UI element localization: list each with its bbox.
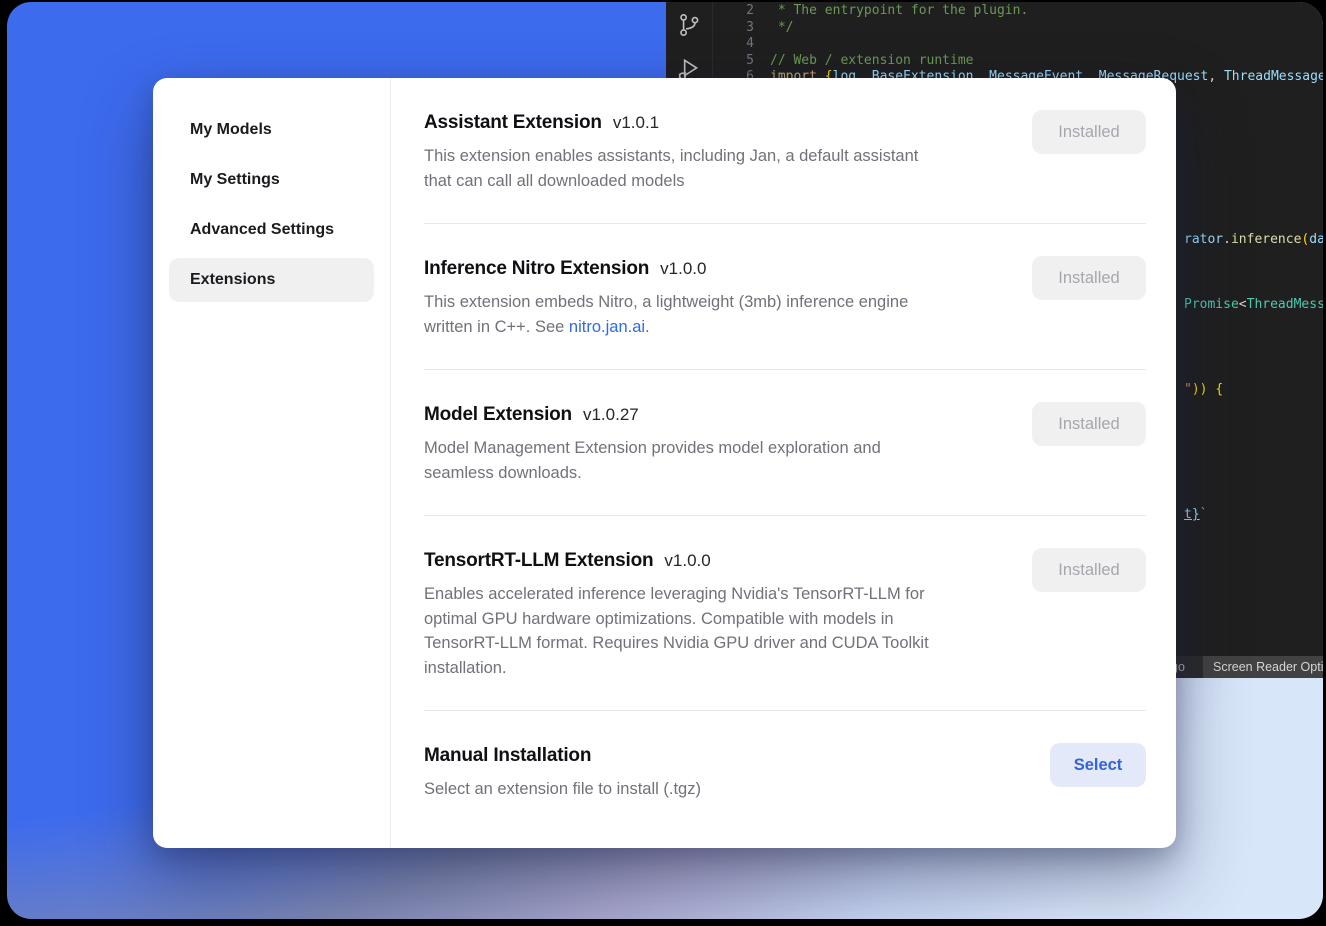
line-number: 2: [666, 3, 770, 20]
extension-description: This extension enables assistants, inclu…: [424, 144, 1009, 193]
extension-description: Model Management Extension provides mode…: [424, 436, 1009, 485]
code-fragment: ")) {: [1184, 382, 1223, 399]
sidebar-item-my-settings[interactable]: My Settings: [169, 158, 374, 202]
code-fragment: Promise<ThreadMessage>: [1184, 297, 1323, 314]
extensions-list: Assistant Extension v1.0.1 This extensio…: [391, 78, 1176, 848]
line-number: 3: [666, 20, 770, 37]
extension-action-button[interactable]: Installed: [1032, 256, 1146, 300]
extension-version: v1.0.1: [613, 113, 659, 133]
extension-title: Assistant Extension: [424, 112, 602, 134]
extension-title: Inference Nitro Extension: [424, 258, 649, 280]
extension-header: Manual Installation: [424, 745, 1146, 767]
settings-modal: My Models My Settings Advanced Settings …: [153, 78, 1176, 848]
extension-title: TensortRT-LLM Extension: [424, 550, 653, 572]
line-number: 5: [666, 53, 770, 70]
extension-row: Assistant Extension v1.0.1 This extensio…: [424, 78, 1146, 224]
extension-link[interactable]: nitro.jan.ai.: [569, 318, 650, 336]
sidebar-item-extensions[interactable]: Extensions: [169, 258, 374, 302]
code-fragment: rator.inference(data));: [1184, 232, 1323, 249]
extension-title: Model Extension: [424, 404, 572, 426]
sidebar-item-advanced-settings[interactable]: Advanced Settings: [169, 208, 374, 252]
app-window: 2 * The entrypoint for the plugin.3 */45…: [7, 2, 1323, 919]
settings-sidebar: My Models My Settings Advanced Settings …: [153, 78, 391, 848]
extension-version: v1.0.0: [664, 551, 710, 571]
extension-action-button[interactable]: Installed: [1032, 402, 1146, 446]
extension-version: v1.0.27: [583, 405, 639, 425]
status-bar-screen-reader-label[interactable]: Screen Reader Optimized: [1203, 656, 1323, 678]
extension-row: Model Extension v1.0.27 Model Management…: [424, 370, 1146, 516]
code-lines: 2 * The entrypoint for the plugin.3 */45…: [666, 3, 1323, 86]
extension-action-button[interactable]: Installed: [1032, 548, 1146, 592]
extension-description: Select an extension file to install (.tg…: [424, 777, 1009, 802]
extension-row: Manual Installation Select an extension …: [424, 711, 1146, 832]
line-number: 4: [666, 36, 770, 53]
extension-description: Enables accelerated inference leveraging…: [424, 582, 1009, 680]
sidebar-item-my-models[interactable]: My Models: [169, 108, 374, 152]
extension-action-button[interactable]: Select: [1050, 743, 1146, 787]
extension-version: v1.0.0: [660, 259, 706, 279]
extension-description: This extension embeds Nitro, a lightweig…: [424, 290, 1009, 339]
extension-action-button[interactable]: Installed: [1032, 110, 1146, 154]
extension-row: TensortRT-LLM Extension v1.0.0 Enables a…: [424, 516, 1146, 711]
code-fragment: t}`: [1184, 507, 1207, 524]
extension-title: Manual Installation: [424, 745, 591, 767]
extension-row: Inference Nitro Extension v1.0.0 This ex…: [424, 224, 1146, 370]
